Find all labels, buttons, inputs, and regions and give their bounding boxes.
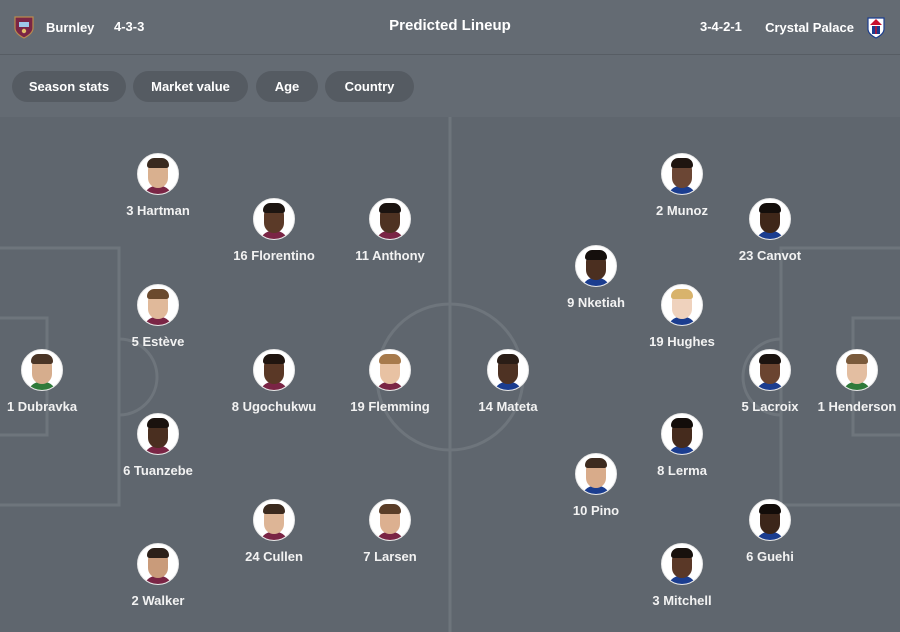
player-card[interactable]: 8 Ugochukwu [214,349,334,414]
player-card[interactable]: 3 Mitchell [622,543,742,608]
player-card[interactable]: 19 Flemming [330,349,450,414]
player-avatar [137,543,179,585]
player-card[interactable]: 1 Henderson [797,349,900,414]
lineup-header: Burnley 4-3-3 Predicted Lineup 3-4-2-1 C… [0,0,900,55]
player-avatar [253,499,295,541]
stat-filter-bar: Season stats Market value Age Country [0,55,900,117]
player-card[interactable]: 10 Pino [536,453,656,518]
player-avatar [661,413,703,455]
player-card[interactable]: 16 Florentino [214,198,334,263]
player-name: 1 Dubravka [6,399,78,414]
player-name: 1 Henderson [817,399,897,414]
player-avatar [137,413,179,455]
player-avatar [575,245,617,287]
player-card[interactable]: 11 Anthony [330,198,450,263]
player-name: 8 Ugochukwu [231,399,317,414]
player-name: 24 Cullen [245,549,303,564]
player-name: 23 Canvot [738,248,802,263]
player-name: 11 Anthony [355,248,425,263]
player-card[interactable]: 7 Larsen [330,499,450,564]
player-avatar [749,349,791,391]
player-avatar [21,349,63,391]
player-avatar [661,153,703,195]
player-avatar [487,349,529,391]
player-card[interactable]: 23 Canvot [710,198,830,263]
player-avatar [137,153,179,195]
player-card[interactable]: 24 Cullen [214,499,334,564]
player-card[interactable]: 2 Walker [98,543,218,608]
player-name: 16 Florentino [233,248,315,263]
away-team-name: Crystal Palace [765,19,854,35]
filter-market-value[interactable]: Market value [133,71,248,102]
filter-age[interactable]: Age [256,71,318,102]
player-avatar [749,198,791,240]
player-name: 10 Pino [572,503,620,518]
player-name: 3 Hartman [126,203,190,218]
player-avatar [369,499,411,541]
player-name: 7 Larsen [363,549,417,564]
player-name: 5 Estève [131,334,185,349]
player-name: 19 Flemming [350,399,430,414]
pitch: 3 Hartman 16 Florentino 11 Anthony 5 Est… [0,117,900,632]
filter-country[interactable]: Country [325,71,414,102]
away-formation: 3-4-2-1 [700,19,742,34]
player-name: 14 Mateta [478,399,538,414]
filter-season-stats[interactable]: Season stats [12,71,126,102]
player-card[interactable]: 14 Mateta [448,349,568,414]
player-avatar [369,198,411,240]
player-avatar [575,453,617,495]
player-card[interactable]: 5 Estève [98,284,218,349]
player-card[interactable]: 19 Hughes [622,284,742,349]
player-name: 3 Mitchell [652,593,712,608]
crystal-palace-crest-icon [867,17,885,39]
player-avatar [369,349,411,391]
player-name: 19 Hughes [649,334,715,349]
player-avatar [836,349,878,391]
player-avatar [253,198,295,240]
away-team[interactable]: Crystal Palace [765,0,888,54]
player-card[interactable]: 6 Tuanzebe [98,413,218,478]
player-name: 6 Tuanzebe [123,463,193,478]
player-avatar [749,499,791,541]
player-name: 2 Walker [131,593,185,608]
player-avatar [253,349,295,391]
player-card[interactable]: 1 Dubravka [0,349,102,414]
player-card[interactable]: 3 Hartman [98,153,218,218]
player-avatar [661,284,703,326]
player-avatar [137,284,179,326]
player-avatar [661,543,703,585]
